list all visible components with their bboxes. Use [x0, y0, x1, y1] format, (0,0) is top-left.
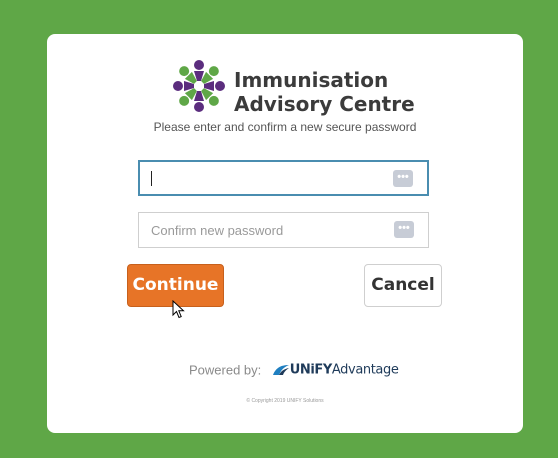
confirm-password-field[interactable]: •••	[138, 212, 429, 248]
vendor-logo: UNiFYAdvantage	[272, 361, 399, 379]
text-caret	[151, 171, 152, 186]
cancel-button[interactable]: Cancel	[364, 264, 442, 307]
powered-by: Powered by: UNiFYAdvantage	[189, 361, 399, 379]
brand-name-line1: Immunisation	[234, 68, 389, 92]
confirm-password-input[interactable]	[139, 213, 379, 247]
brand-name-line2: Advisory Centre	[234, 92, 415, 116]
vendor-name: UNiFYAdvantage	[290, 362, 399, 377]
brand-logo: Immunisation Advisory Centre	[171, 56, 415, 118]
vendor-name-suffix: Advantage	[331, 362, 399, 378]
password-dots-icon[interactable]: •••	[394, 221, 414, 238]
new-password-field[interactable]: •••	[138, 160, 429, 196]
brand-name: Immunisation Advisory Centre	[234, 68, 415, 116]
immunisation-logo-icon	[173, 60, 225, 112]
new-password-input[interactable]	[140, 162, 380, 194]
vendor-name-prefix: UNiFY	[289, 362, 333, 378]
unify-swoosh-icon	[272, 364, 289, 375]
mouse-pointer-icon	[172, 300, 185, 319]
copyright-text: © Copyright 2019 UNIFY Solutions	[246, 398, 324, 404]
password-dots-icon[interactable]: •••	[393, 170, 413, 187]
page-subtitle: Please enter and confirm a new secure pa…	[153, 120, 417, 134]
powered-by-label: Powered by:	[189, 362, 262, 378]
login-card: Immunisation Advisory Centre Please ente…	[47, 34, 523, 433]
